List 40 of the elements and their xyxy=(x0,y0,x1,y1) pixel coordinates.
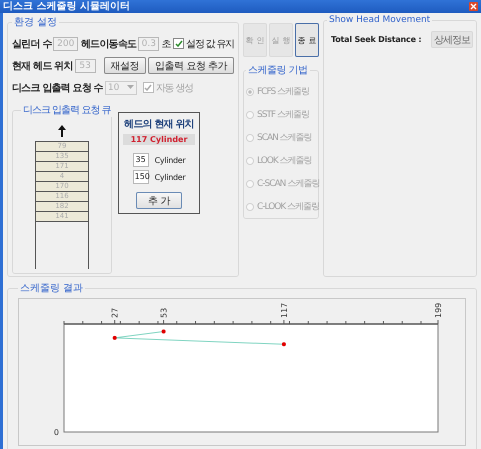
unit-label: Cylinder xyxy=(154,172,186,182)
action-button[interactable]: 재설정 xyxy=(104,57,146,74)
field-label: 실린더 수 xyxy=(12,38,52,50)
panel-title: 헤드의 현재 위치 xyxy=(124,118,194,131)
unit-label: Cylinder xyxy=(154,156,186,164)
window-title: 디스크 스케줄링 시뮬레이터 xyxy=(3,0,130,13)
add-button[interactable]: 추 가 xyxy=(136,192,182,209)
tick-label: 199 xyxy=(434,302,443,318)
input-field[interactable]: 150 xyxy=(132,170,149,184)
up-arrow-icon xyxy=(58,125,66,137)
action-button[interactable]: 입출력 요청 추가 xyxy=(148,57,234,74)
axis-origin-label: 0 xyxy=(54,428,59,437)
checkbox-label: 설정 값 유지 xyxy=(186,38,234,50)
radio-label: LOOK 스케줄링 xyxy=(257,155,312,167)
input-field[interactable]: 35 xyxy=(132,153,149,167)
group-title: 스케줄링 기법 xyxy=(247,64,309,77)
tick-label: 53 xyxy=(160,308,169,318)
details-button[interactable]: 상세정보 xyxy=(431,31,473,48)
checkbox-label: 자동 생성 xyxy=(156,82,194,94)
radio-label: C-LOOK 스케줄링 xyxy=(257,201,320,213)
field-label: 디스크 입출력 요청 수 xyxy=(12,82,103,94)
checkbox[interactable] xyxy=(173,38,184,49)
unit-label: 초 xyxy=(161,38,172,50)
action-button[interactable]: 종 료 xyxy=(295,23,319,57)
radio-label: FCFS 스케줄링 xyxy=(257,86,310,98)
radio-label: SSTF 스케줄링 xyxy=(257,109,309,121)
group-title: 환경 설정 xyxy=(13,16,58,29)
tick-label: 27 xyxy=(110,308,120,318)
field-label: 헤드이동속도 xyxy=(81,38,136,50)
group-title: Show Head Movement xyxy=(328,15,432,25)
field-label: 현재 헤드 위치 xyxy=(12,60,73,72)
total-label: Total Seek Distance : xyxy=(331,35,422,44)
group-title: 디스크 입출력 요청 큐 xyxy=(22,104,112,117)
group-title: 스케줄링 결과 xyxy=(19,282,84,295)
radio-label: C-SCAN 스케줄링 xyxy=(257,178,320,190)
close-icon[interactable] xyxy=(469,2,478,11)
radio-label: SCAN 스케줄링 xyxy=(257,132,312,144)
current-position: 117 Cylinder xyxy=(123,134,195,145)
caret-icon xyxy=(126,85,134,90)
tick-label: 117 xyxy=(280,302,289,318)
